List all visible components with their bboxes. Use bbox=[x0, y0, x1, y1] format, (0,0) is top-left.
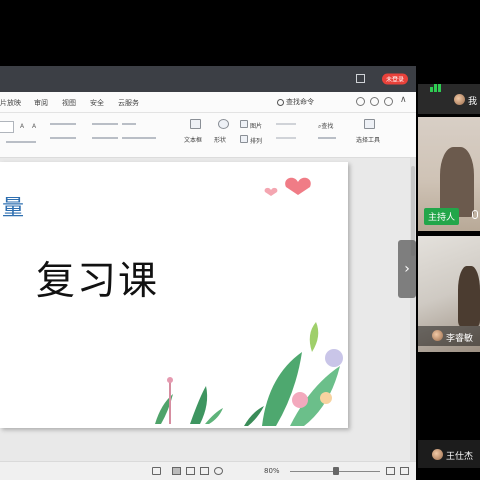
reading-view-icon[interactable] bbox=[200, 467, 209, 475]
status-bar: 80% bbox=[0, 461, 416, 480]
next-page-arrow[interactable]: › bbox=[398, 240, 416, 298]
command-search-label: 查找命令 bbox=[286, 98, 314, 106]
line-spacing-icon[interactable] bbox=[122, 123, 136, 125]
find-label: 查找 bbox=[321, 123, 334, 130]
slide-sorter-icon[interactable] bbox=[186, 467, 195, 475]
font-shrink-icon[interactable]: A bbox=[32, 123, 36, 130]
collapse-ribbon-icon[interactable]: ∧ bbox=[400, 95, 407, 105]
flower-icon-purple bbox=[325, 349, 343, 367]
notes-icon[interactable] bbox=[152, 467, 161, 475]
menu-item-view[interactable]: 视图 bbox=[62, 98, 76, 108]
shapes-button[interactable]: 形状 bbox=[214, 135, 226, 144]
leaf-icon-7 bbox=[244, 406, 264, 426]
leaf-icon-3 bbox=[205, 408, 223, 424]
font-size-box[interactable] bbox=[0, 121, 14, 133]
current-slide[interactable]: 量 复习课 bbox=[0, 162, 348, 428]
participant-video-figure bbox=[458, 266, 480, 326]
slideshow-icon[interactable] bbox=[214, 467, 223, 475]
self-video-tile[interactable]: 我 bbox=[418, 84, 480, 114]
indent-icon[interactable] bbox=[92, 123, 118, 125]
slide-canvas: 量 复习课 bbox=[0, 158, 416, 461]
replace-button-disabled bbox=[276, 123, 296, 125]
zoom-level[interactable]: 80% bbox=[264, 467, 280, 475]
menu-bar: 片放映 审阅 视图 安全 云服务 查找命令 ∧ bbox=[0, 92, 416, 113]
participant-name-li: 李睿敏 bbox=[446, 334, 474, 344]
more-button-disabled bbox=[276, 137, 296, 139]
picture-button[interactable]: 图片 bbox=[250, 121, 262, 130]
align-center-icon[interactable] bbox=[92, 137, 118, 139]
mic-icon[interactable] bbox=[472, 210, 478, 219]
text-direction-icon[interactable] bbox=[122, 137, 156, 139]
menu-item-security[interactable]: 安全 bbox=[90, 98, 104, 108]
host-badge: 主持人 bbox=[424, 208, 460, 225]
chevron-right-icon: › bbox=[404, 261, 410, 277]
replace-icon[interactable] bbox=[318, 137, 336, 139]
host-video-figure bbox=[440, 147, 474, 217]
ribbon-toolbar: A A 文本框 形状 图片 排列 ⌕查找 选择工具 bbox=[0, 113, 416, 158]
avatar bbox=[432, 449, 443, 460]
text-box-button[interactable]: 文本框 bbox=[184, 135, 202, 144]
picture-icon[interactable] bbox=[240, 120, 248, 128]
leaf-icon-2 bbox=[190, 386, 208, 424]
menu-item-review[interactable]: 审阅 bbox=[34, 98, 48, 108]
arrange-button[interactable]: 排列 bbox=[250, 136, 262, 145]
shapes-icon[interactable] bbox=[218, 119, 229, 129]
menu-item-cloud[interactable]: 云服务 bbox=[118, 98, 139, 108]
fit-window-icon[interactable] bbox=[386, 467, 395, 475]
align-left-icon[interactable] bbox=[50, 137, 76, 139]
sync-icon[interactable] bbox=[356, 97, 365, 106]
command-search[interactable]: 查找命令 bbox=[277, 97, 314, 107]
presentation-window: 未登录 片放映 审阅 视图 安全 云服务 查找命令 ∧ A A 文本框 形状 图… bbox=[0, 66, 416, 480]
participant-panel: 我 主持人 李睿敏 王仕杰 bbox=[416, 0, 480, 480]
normal-view-icon[interactable] bbox=[172, 467, 181, 475]
restore-window-icon[interactable] bbox=[356, 74, 365, 83]
menu-item-slideshow[interactable]: 片放映 bbox=[0, 98, 21, 108]
flower-icon-pink bbox=[292, 392, 308, 408]
flower-bud-icon bbox=[167, 377, 173, 383]
leaf-icon-6 bbox=[309, 322, 319, 352]
slide-decoration bbox=[155, 177, 343, 426]
heart-icon-small bbox=[264, 187, 278, 196]
help-icon[interactable] bbox=[384, 97, 393, 106]
avatar bbox=[454, 94, 465, 105]
avatar bbox=[432, 330, 443, 341]
select-tool-icon[interactable] bbox=[364, 119, 375, 129]
zoom-slider-handle[interactable] bbox=[333, 467, 339, 475]
participant-name-self: 我 bbox=[468, 97, 478, 107]
participant-tile-wang[interactable]: 王仕杰 bbox=[418, 440, 480, 468]
flower-icon-yellow bbox=[320, 392, 332, 404]
bullets-icon[interactable] bbox=[50, 123, 76, 125]
settings-icon[interactable] bbox=[370, 97, 379, 106]
login-status-badge[interactable]: 未登录 bbox=[382, 73, 409, 85]
text-box-icon[interactable] bbox=[190, 119, 201, 129]
search-icon bbox=[277, 98, 284, 106]
host-video-tile[interactable]: 主持人 bbox=[418, 117, 480, 231]
participant-video-tile-li[interactable]: 李睿敏 bbox=[418, 236, 480, 352]
fullscreen-icon[interactable] bbox=[400, 467, 409, 475]
font-format-group[interactable] bbox=[6, 141, 36, 143]
select-tool-button[interactable]: 选择工具 bbox=[356, 135, 380, 144]
arrange-icon[interactable] bbox=[240, 135, 248, 143]
heart-icon-large bbox=[285, 177, 311, 195]
find-button[interactable]: ⌕查找 bbox=[318, 121, 333, 131]
font-grow-icon[interactable]: A bbox=[20, 123, 24, 130]
participant-name-wang: 王仕杰 bbox=[446, 452, 474, 462]
window-titlebar: 未登录 bbox=[0, 66, 416, 92]
